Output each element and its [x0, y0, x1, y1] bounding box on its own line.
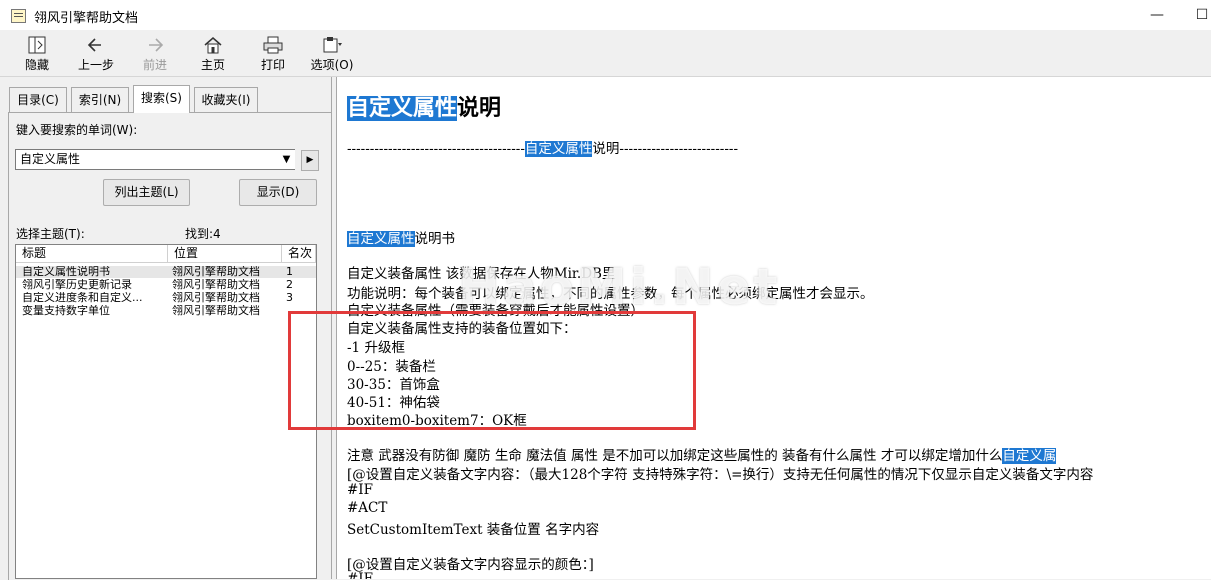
forward-button[interactable]: 前进: [136, 33, 174, 75]
command-line: SetCustomItemText 装备位置 名字内容: [347, 522, 600, 538]
display-button[interactable]: 显示(D): [239, 179, 317, 206]
manual-title: 自定义属性说明书: [347, 227, 455, 247]
forward-label: 前进: [142, 58, 167, 72]
result-title: 自定义进度条和自定义...: [22, 292, 143, 304]
result-title: 自定义属性说明书: [22, 266, 110, 278]
page-title: 自定义属性说明: [347, 90, 501, 122]
result-title: 翎风引擎历史更新记录: [22, 279, 132, 291]
tab-index[interactable]: 索引(N): [71, 87, 129, 112]
divider-left: ---------------------------------------: [347, 141, 525, 157]
result-row[interactable]: 变量支持数字单位 翎风引擎帮助文档: [16, 305, 316, 317]
minimize-button[interactable]: —: [1145, 4, 1169, 26]
home-label: 主页: [200, 58, 225, 72]
found-count: 找到:4: [185, 227, 221, 241]
watermark: HaoMi.Net: [458, 258, 781, 316]
command-line: #IF: [347, 571, 374, 579]
note-text: 注意 武器没有防御 魔防 生命 魔法值 属性 是不加可以加绑定这些属性的 装备有…: [347, 448, 1003, 464]
hide-icon: [28, 36, 46, 54]
result-location: 翎风引擎帮助文档: [172, 292, 260, 304]
column-rank[interactable]: 名次: [282, 245, 316, 263]
divider-right: --------------------------: [619, 141, 739, 157]
tab-contents[interactable]: 目录(C): [9, 87, 67, 112]
note-highlight: 自定义属: [1002, 448, 1057, 464]
list-topics-button[interactable]: 列出主题(L): [103, 179, 190, 206]
column-location[interactable]: 位置: [168, 245, 282, 263]
heading-rest: 说明: [457, 96, 502, 121]
back-label: 上一步: [77, 58, 114, 72]
results-list[interactable]: 标题 位置 名次 自定义属性说明书 翎风引擎帮助文档 1 翎风引擎历史更新记录 …: [15, 244, 317, 579]
result-location: 翎风引擎帮助文档: [172, 266, 260, 278]
search-operator-button[interactable]: ▶: [301, 150, 319, 171]
result-row[interactable]: 自定义属性说明书 翎风引擎帮助文档 1: [16, 266, 316, 278]
heading-highlight: 自定义属性: [347, 96, 458, 121]
print-label: 打印: [260, 58, 285, 72]
forward-arrow-icon: [149, 38, 164, 52]
command-line: #ACT: [347, 500, 388, 516]
tab-search[interactable]: 搜索(S): [133, 85, 190, 113]
maximize-button[interactable]: ☐: [1190, 4, 1211, 26]
home-icon: [204, 37, 222, 54]
search-input[interactable]: 自定义属性: [15, 149, 295, 170]
hide-label: 隐藏: [24, 58, 49, 72]
command-line: [@设置自定义装备文字内容显示的颜色：]: [347, 557, 594, 573]
title-bar: 翎风引擎帮助文档 — ☐: [0, 0, 1211, 30]
select-topic-label: 选择主题(T):: [16, 227, 85, 241]
window-title: 翎风引擎帮助文档: [34, 11, 139, 26]
search-prompt-label: 键入要搜索的单词(W):: [16, 123, 138, 137]
tab-favorites[interactable]: 收藏夹(I): [194, 87, 258, 112]
result-rank: 3: [286, 292, 293, 304]
back-arrow-icon: [87, 38, 101, 52]
help-app-icon: [11, 9, 26, 23]
result-row[interactable]: 自定义进度条和自定义... 翎风引擎帮助文档 3: [16, 292, 316, 304]
result-rank: 2: [286, 279, 293, 291]
annotation-highlight-box: [288, 311, 696, 430]
result-location: 翎风引擎帮助文档: [172, 305, 260, 317]
printer-icon: [263, 36, 283, 54]
result-rank: 1: [286, 266, 293, 278]
column-title[interactable]: 标题: [16, 245, 168, 263]
result-location: 翎风引擎帮助文档: [172, 279, 260, 291]
command-line: #IF: [347, 482, 374, 498]
note-line: 注意 武器没有防御 魔防 生命 魔法值 属性 是不加可以加绑定这些属性的 装备有…: [347, 444, 1057, 464]
manual-highlight: 自定义属性: [347, 231, 415, 247]
result-title: 变量支持数字单位: [22, 305, 110, 317]
options-label: 选项(O): [310, 58, 354, 72]
command-line: [@设置自定义装备文字内容：（最大128个字符 支持特殊字符：\=换行）支持无任…: [347, 467, 1094, 483]
back-button[interactable]: 上一步: [73, 33, 119, 75]
options-icon: [323, 37, 342, 53]
divider-highlight: 自定义属性: [524, 141, 593, 157]
result-row[interactable]: 翎风引擎历史更新记录 翎风引擎帮助文档 2: [16, 279, 316, 291]
home-button[interactable]: 主页: [194, 33, 232, 75]
manual-rest: 说明书: [414, 231, 456, 247]
hide-button[interactable]: 隐藏: [18, 33, 56, 75]
divider-mid: 说明: [592, 141, 620, 157]
divider-line: ---------------------------------------自…: [347, 137, 738, 157]
search-dropdown-arrow-icon[interactable]: ▼: [278, 150, 295, 169]
print-button[interactable]: 打印: [254, 33, 292, 75]
options-button[interactable]: 选项(O): [308, 33, 356, 75]
toolbar: 隐藏 上一步 前进 主页 打印 选项(O): [0, 30, 1211, 77]
